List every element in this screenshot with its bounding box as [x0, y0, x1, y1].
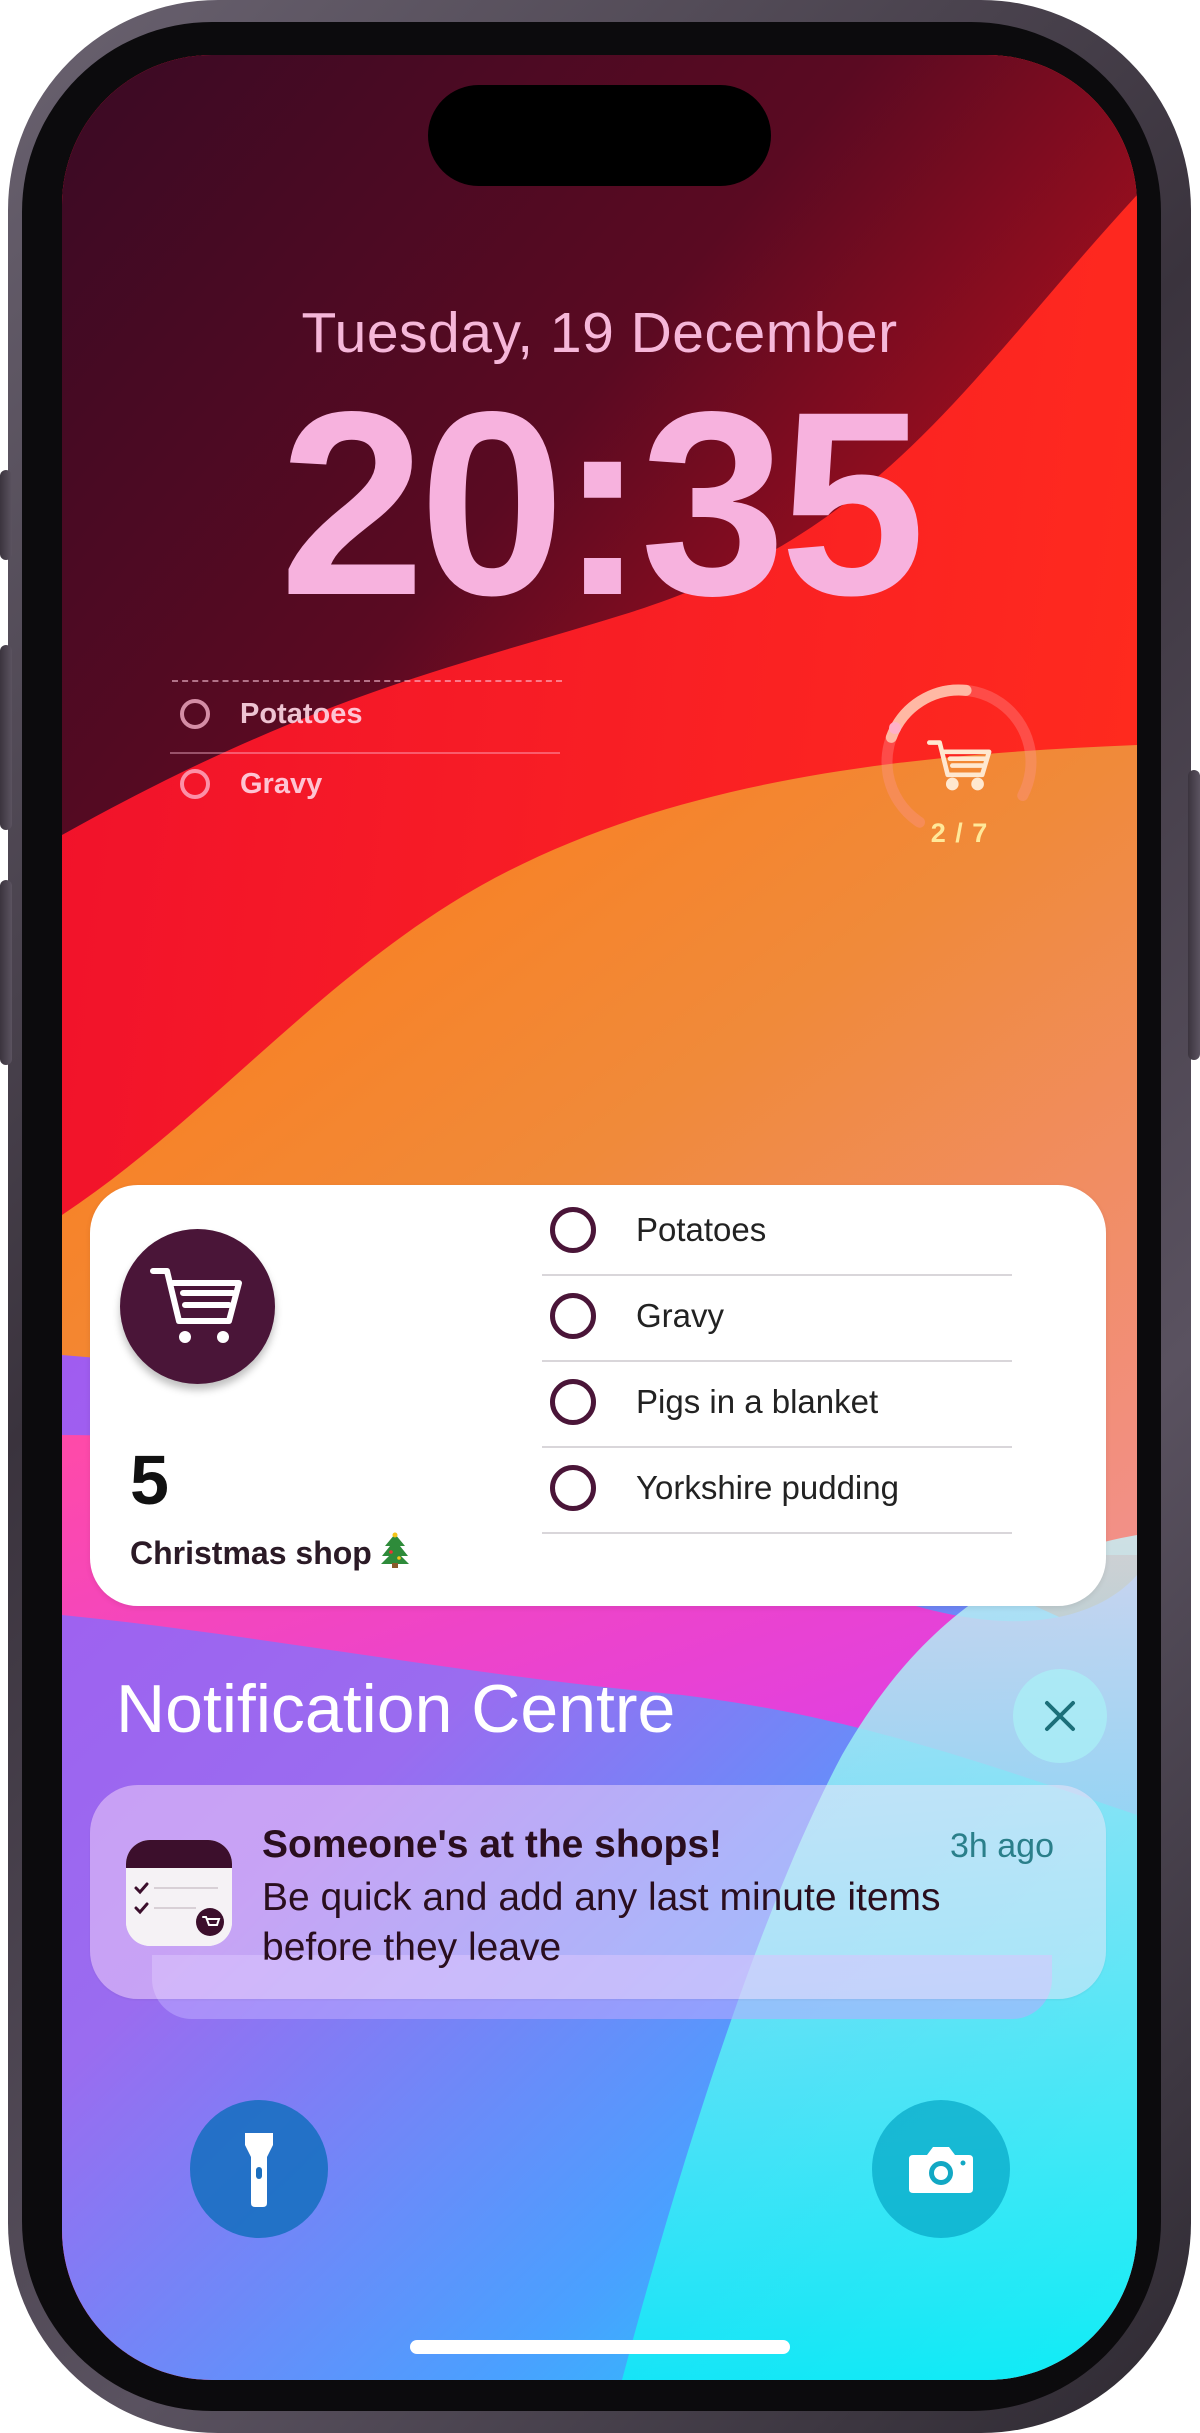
checkbox-circle-icon[interactable] — [550, 1207, 596, 1253]
list-item-label: Gravy — [636, 1297, 725, 1334]
volume-up-button — [0, 645, 12, 830]
action-button — [0, 470, 12, 560]
item-count: 5 — [130, 1441, 169, 1519]
mini-list-item[interactable]: Potatoes — [170, 683, 560, 745]
notification-time: 3h ago — [950, 1827, 1054, 1865]
list-item[interactable]: Yorkshire pudding — [542, 1445, 1012, 1531]
list-separator — [542, 1532, 1012, 1534]
checkbox-circle-icon[interactable] — [550, 1465, 596, 1511]
progress-label: 2 / 7 — [930, 818, 989, 848]
cart-icon — [120, 1229, 275, 1384]
notification-body: Be quick and add any last minute items b… — [262, 1876, 941, 1969]
flashlight-icon — [245, 2133, 273, 2207]
list-item-label: Potatoes — [636, 1211, 767, 1248]
notification-card[interactable]: Someone's at the shops! 3h ago Be quick … — [90, 1785, 1106, 1999]
dynamic-island — [428, 85, 771, 186]
notification-centre-title: Notification Centre — [116, 1671, 676, 1747]
shopping-list-widget[interactable]: 5 Christmas shop Potatoes Gravy Pigs in … — [90, 1185, 1106, 1606]
progress-indicator-dot — [889, 722, 901, 734]
camera-icon — [909, 2147, 973, 2193]
home-indicator[interactable] — [410, 2340, 790, 2354]
list-item[interactable]: Pigs in a blanket — [542, 1359, 1012, 1445]
checkbox-circle-icon[interactable] — [180, 769, 210, 799]
list-item[interactable]: Gravy — [542, 1273, 1012, 1359]
close-icon — [1045, 1701, 1075, 1731]
lists-app-icon — [126, 1840, 232, 1946]
power-button — [1188, 770, 1200, 1060]
list-item-label: Yorkshire pudding — [636, 1469, 899, 1506]
list-item-label: Pigs in a blanket — [636, 1383, 879, 1420]
mini-list-divider — [172, 680, 562, 682]
checkbox-circle-icon[interactable] — [550, 1293, 596, 1339]
close-button[interactable] — [1013, 1669, 1107, 1763]
notification-title: Someone's at the shops! — [262, 1823, 723, 1866]
checkbox-circle-icon[interactable] — [180, 699, 210, 729]
list-title-text: Christmas shop — [130, 1535, 372, 1571]
list-title: Christmas shop — [130, 1532, 410, 1576]
lock-time: 20:35 — [279, 357, 925, 650]
camera-button[interactable] — [872, 2100, 1010, 2238]
checkbox-circle-icon[interactable] — [550, 1379, 596, 1425]
lock-screen: Tuesday, 19 December 20:35 Potatoes Grav… — [62, 55, 1137, 2380]
christmas-tree-icon — [380, 1532, 410, 1576]
mini-list-item-label: Gravy — [240, 767, 323, 800]
mini-list-item-label: Potatoes — [240, 697, 363, 730]
volume-down-button — [0, 880, 12, 1065]
list-item[interactable]: Potatoes — [542, 1187, 1012, 1273]
flashlight-button[interactable] — [190, 2100, 328, 2238]
mini-list-item[interactable]: Gravy — [170, 753, 560, 815]
cart-icon — [927, 740, 992, 791]
